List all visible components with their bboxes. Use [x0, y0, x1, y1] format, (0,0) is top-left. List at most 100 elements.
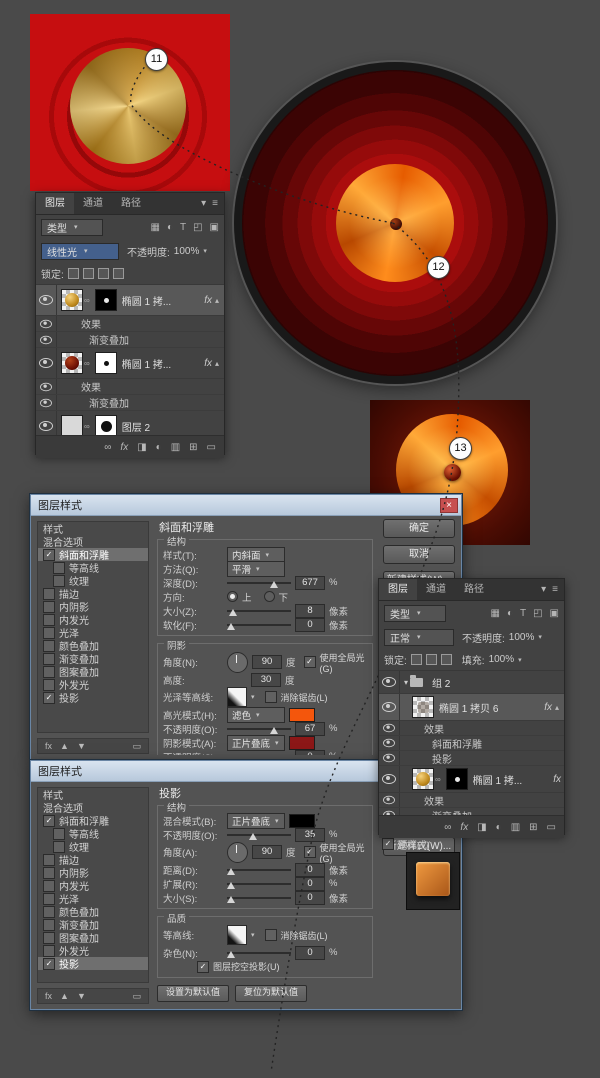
lock-image-icon[interactable]	[83, 268, 94, 279]
layer-thumbnail[interactable]	[412, 768, 434, 790]
highlight-opacity-value[interactable]: 67	[295, 722, 325, 736]
checkbox[interactable]	[53, 841, 65, 853]
shadow-opacity-slider[interactable]	[227, 750, 291, 755]
visibility-eye-icon[interactable]	[36, 348, 57, 378]
lock-position-icon[interactable]	[441, 654, 452, 665]
new-layer-icon[interactable]: ⊞	[189, 442, 197, 453]
checkbox[interactable]: ✓	[43, 692, 55, 704]
styles-item[interactable]: 内发光	[38, 879, 148, 892]
gloss-contour-picker[interactable]	[227, 687, 247, 707]
highlight-opacity-slider[interactable]	[227, 722, 291, 735]
checkbox[interactable]	[43, 854, 55, 866]
filter-kind-dropdown[interactable]: 类型▾	[384, 605, 446, 622]
panel-menu-icon[interactable]: ≡	[552, 584, 558, 595]
layer-style-icon[interactable]: fx	[460, 822, 468, 833]
reset-default-button[interactable]: 复位为默认值	[235, 985, 307, 1002]
shadow-mode-dropdown[interactable]: 正片叠底▾	[227, 735, 285, 751]
add-mask-icon[interactable]: ◨	[137, 442, 146, 453]
soften-value[interactable]: 0	[295, 618, 325, 632]
altitude-value[interactable]: 30	[251, 673, 281, 687]
layer-row-ellipse-copy-6[interactable]: 椭圆 1 拷贝 6 fx ▴	[379, 694, 564, 721]
visibility-eye-icon[interactable]	[379, 721, 400, 735]
layer-row-ellipse-copy-a[interactable]: ∞ 椭圆 1 拷... fx ▴	[36, 285, 224, 316]
adjustment-filter-icon[interactable]: ◐	[167, 222, 173, 233]
visibility-eye-icon[interactable]	[36, 316, 57, 331]
preview-checkbox[interactable]: ✓	[382, 838, 394, 850]
soften-slider[interactable]	[227, 618, 291, 631]
effects-row[interactable]: 效果	[36, 379, 224, 395]
layer-thumbnail[interactable]	[412, 696, 434, 718]
visibility-eye-icon[interactable]	[379, 766, 400, 792]
contour-picker[interactable]	[227, 925, 247, 945]
smart-object-filter-icon[interactable]: ▣	[550, 608, 559, 619]
technique-dropdown[interactable]: 平滑▾	[227, 561, 285, 577]
pixel-filter-icon[interactable]: ▦	[490, 608, 499, 619]
opacity-value[interactable]: 35	[295, 828, 325, 842]
panel-menu-icon[interactable]: ≡	[212, 198, 218, 209]
lock-transparency-icon[interactable]	[411, 654, 422, 665]
dialog-titlebar[interactable]: 图层样式 ×	[31, 495, 461, 516]
collapse-effects-icon[interactable]: ▴	[215, 359, 224, 368]
checkbox[interactable]	[43, 640, 55, 652]
styles-item[interactable]: 等高线	[38, 827, 148, 840]
styles-item[interactable]: 图案叠加	[38, 931, 148, 944]
add-effect-icon[interactable]: fx	[45, 741, 52, 751]
ok-button[interactable]: 确定	[383, 519, 455, 538]
visibility-eye-icon[interactable]	[36, 285, 57, 315]
checkbox[interactable]	[53, 575, 65, 587]
styles-item[interactable]: 纹理	[38, 840, 148, 853]
collapse-effects-icon[interactable]: ▴	[555, 703, 564, 712]
styles-item[interactable]: 纹理	[38, 574, 148, 587]
shadow-color-swatch[interactable]	[289, 814, 315, 828]
move-effect-down-icon[interactable]: ▼	[77, 991, 86, 1001]
fill-value[interactable]: 100%	[489, 654, 515, 665]
styles-item-drop-shadow[interactable]: ✓投影	[38, 957, 148, 970]
checkbox[interactable]	[43, 666, 55, 678]
checkbox[interactable]	[43, 627, 55, 639]
layer-mask-thumbnail[interactable]	[95, 415, 117, 435]
opacity-slider[interactable]	[227, 828, 291, 841]
checkbox[interactable]	[43, 614, 55, 626]
tab-channels[interactable]: 通道	[417, 579, 455, 600]
delete-effect-icon[interactable]: ▭	[132, 741, 141, 752]
depth-slider[interactable]	[227, 576, 291, 589]
new-group-icon[interactable]: ▥	[171, 442, 180, 453]
lock-position-icon[interactable]	[98, 268, 109, 279]
visibility-eye-icon[interactable]	[36, 395, 57, 410]
add-mask-icon[interactable]: ◨	[477, 822, 486, 833]
cancel-button[interactable]: 取消	[383, 545, 455, 564]
shadow-color-swatch[interactable]	[289, 736, 315, 750]
new-layer-icon[interactable]: ⊞	[529, 822, 537, 833]
layer-thumbnail[interactable]	[61, 352, 83, 374]
layer-style-icon[interactable]: fx	[120, 442, 128, 453]
anti-aliased-checkbox[interactable]	[265, 929, 277, 941]
shape-filter-icon[interactable]: ◰	[193, 222, 202, 233]
layer-row-ellipse-copy[interactable]: ∞ 椭圆 1 拷... fx	[379, 766, 564, 793]
styles-item[interactable]: 描边	[38, 587, 148, 600]
checkbox[interactable]	[43, 919, 55, 931]
styles-item[interactable]: 内发光	[38, 613, 148, 626]
checkbox[interactable]	[43, 588, 55, 600]
highlight-mode-dropdown[interactable]: 滤色▾	[227, 707, 285, 723]
layer-mask-thumbnail[interactable]	[95, 352, 117, 374]
effects-row[interactable]: 效果	[379, 721, 564, 736]
styles-item[interactable]: 外发光	[38, 678, 148, 691]
layer-row-layer2[interactable]: ∞ 图层 2	[36, 411, 224, 435]
size-slider[interactable]	[227, 604, 291, 617]
visibility-eye-icon[interactable]	[379, 793, 400, 807]
collapse-effects-icon[interactable]: ▴	[215, 296, 224, 305]
lock-transparency-icon[interactable]	[68, 268, 79, 279]
checkbox[interactable]	[53, 562, 65, 574]
noise-value[interactable]: 0	[295, 946, 325, 960]
tab-layers[interactable]: 图层	[36, 193, 74, 214]
styles-item[interactable]: 等高线	[38, 561, 148, 574]
delete-layer-icon[interactable]: ▭	[207, 442, 216, 453]
styles-item[interactable]: 描边	[38, 853, 148, 866]
size-value[interactable]: 0	[295, 891, 325, 905]
angle-dial[interactable]	[227, 652, 248, 673]
group-row[interactable]: ▾ 组 2	[379, 671, 564, 694]
checkbox[interactable]	[43, 880, 55, 892]
tab-layers[interactable]: 图层	[379, 579, 417, 600]
checkbox[interactable]	[43, 867, 55, 879]
effects-row[interactable]: 效果	[36, 316, 224, 332]
